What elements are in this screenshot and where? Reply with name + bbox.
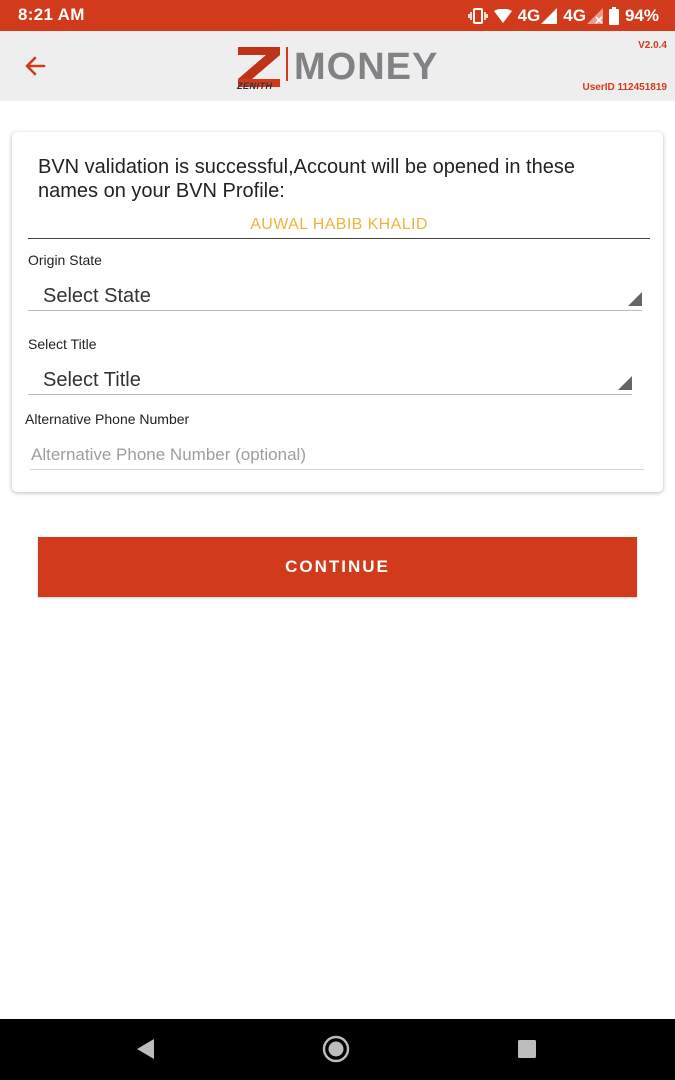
arrow-left-icon	[25, 56, 46, 76]
wifi-icon	[493, 8, 512, 23]
battery-percent: 94%	[624, 5, 659, 25]
nav-back-button[interactable]	[130, 1033, 162, 1065]
signal-x-icon	[586, 7, 603, 24]
dropdown-triangle-icon	[628, 292, 642, 306]
account-form-card: BVN validation is successful,Account wil…	[12, 132, 663, 492]
bvn-profile-name: AUWAL HABIB KHALID	[250, 216, 428, 233]
logo-text: MONEY	[294, 46, 439, 88]
nav-back-icon	[137, 1039, 154, 1059]
logo-subtext: ZENITH	[237, 81, 273, 91]
logo-separator	[286, 47, 288, 81]
battery-icon	[608, 6, 619, 25]
title-value: Select Title	[43, 369, 141, 391]
select-underline	[28, 394, 632, 395]
zenith-money-logo: MONEY ZENITH	[236, 43, 446, 93]
app-version: V2.0.4	[638, 40, 667, 51]
divider	[28, 238, 650, 239]
nav-recents-button[interactable]	[511, 1033, 543, 1065]
alt-phone-label: Alternative Phone Number	[25, 411, 190, 427]
continue-button[interactable]: CONTINUE	[38, 537, 637, 597]
nav-home-icon	[322, 1035, 350, 1063]
bvn-validation-message: BVN validation is successful,Account wil…	[38, 156, 575, 202]
signal-icon	[541, 7, 558, 24]
select-underline	[28, 310, 642, 311]
network-type-1: 4G	[517, 5, 541, 25]
navigation-bar	[0, 1019, 675, 1080]
vibrate-icon	[467, 7, 488, 24]
app-header: MONEY ZENITH V2.0.4 UserID 112451819	[0, 31, 675, 101]
origin-state-label: Origin State	[28, 252, 102, 268]
title-label: Select Title	[28, 336, 97, 352]
status-time: 8:21 AM	[18, 5, 85, 24]
alt-phone-input[interactable]	[30, 440, 644, 470]
title-select[interactable]: Select Title	[28, 361, 632, 395]
network-type-2: 4G	[563, 5, 586, 25]
status-icons: 4G 4G 94%	[467, 5, 659, 26]
screen: 8:21 AM 4G 4G 94% MONEY ZENITH V2.0.4 Us…	[0, 0, 675, 1080]
user-id: UserID 112451819	[582, 82, 667, 93]
origin-state-select[interactable]: Select State	[28, 277, 642, 311]
nav-home-button[interactable]	[320, 1033, 352, 1065]
nav-recents-icon	[518, 1040, 536, 1058]
status-bar: 8:21 AM 4G 4G 94%	[0, 0, 675, 31]
back-button[interactable]	[18, 51, 52, 81]
dropdown-triangle-icon	[618, 376, 632, 390]
signal-group-2: 4G	[563, 6, 603, 26]
origin-state-value: Select State	[43, 285, 151, 307]
signal-group-1: 4G	[518, 6, 558, 26]
